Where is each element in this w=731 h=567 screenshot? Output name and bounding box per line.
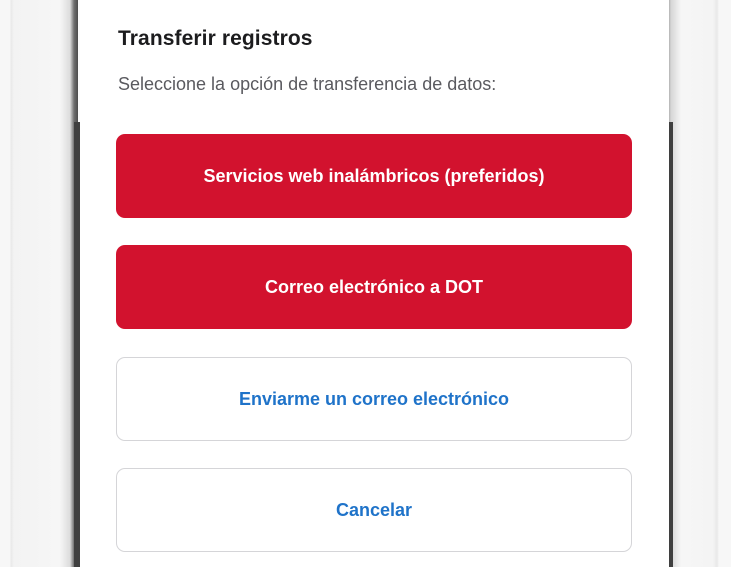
wireless-web-services-button[interactable]: Servicios web inalámbricos (preferidos) (116, 134, 632, 218)
background-left (0, 0, 78, 567)
email-dot-button[interactable]: Correo electrónico a DOT (116, 245, 632, 329)
transfer-dialog: Transferir registros Seleccione la opció… (80, 0, 669, 567)
wireless-web-services-label: Servicios web inalámbricos (preferidos) (203, 165, 545, 186)
screen: Transferir registros Seleccione la opció… (0, 0, 731, 567)
cancel-button[interactable]: Cancelar (116, 468, 632, 552)
email-me-button[interactable]: Enviarme un correo electrónico (116, 357, 632, 441)
email-dot-label: Correo electrónico a DOT (264, 276, 484, 297)
cancel-label: Cancelar (335, 499, 413, 520)
dialog-title: Transferir registros (118, 27, 313, 50)
dialog-subtitle: Seleccione la opción de transferencia de… (118, 74, 497, 94)
email-me-label: Enviarme un correo electrónico (238, 388, 510, 409)
